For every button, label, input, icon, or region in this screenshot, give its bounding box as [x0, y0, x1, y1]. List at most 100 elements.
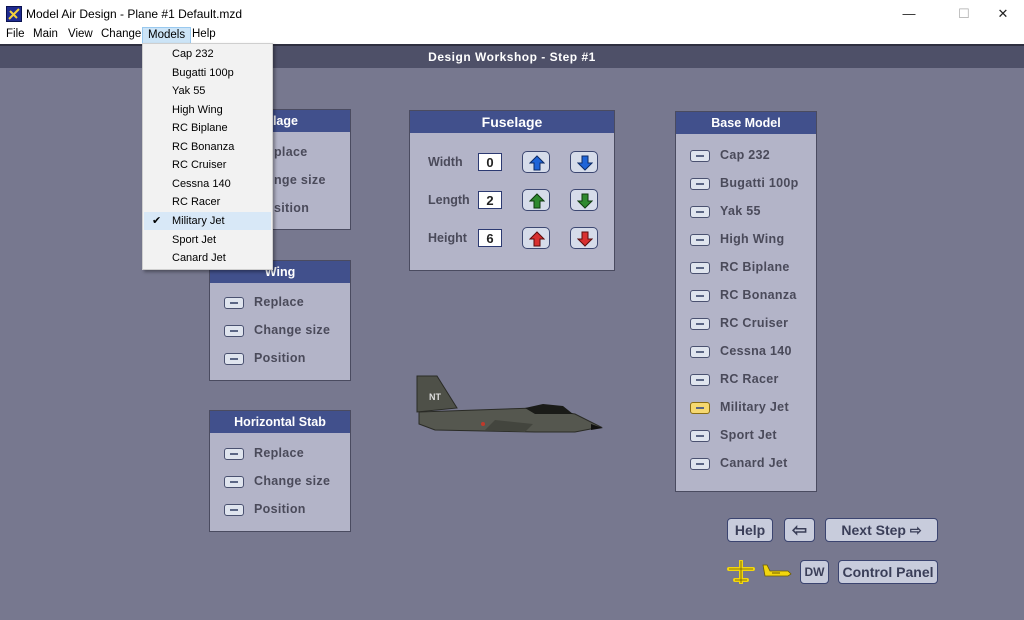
option-button-selected[interactable] [690, 402, 710, 414]
option-button[interactable] [690, 234, 710, 246]
menu-file[interactable]: File [1, 27, 30, 44]
option-label: Replace [254, 295, 305, 309]
option-button[interactable] [224, 504, 244, 516]
wing-panel: Wing Replace Change size Position [209, 260, 351, 381]
back-button[interactable]: ⇦ [784, 518, 815, 542]
menu-help[interactable]: Help [187, 27, 221, 44]
menu-models[interactable]: Models [142, 27, 192, 44]
option-label: Military Jet [720, 400, 789, 414]
plane-view-side-icon[interactable] [762, 562, 792, 580]
models-menu-item-sport-jet[interactable]: Sport Jet [144, 231, 271, 249]
length-decrease-button[interactable] [570, 189, 598, 211]
option-label: Cessna 140 [720, 344, 792, 358]
tail-marking: NT [429, 392, 441, 402]
option-label: Position [254, 502, 306, 516]
window-title: Model Air Design - Plane #1 Default.mzd [26, 7, 243, 21]
option-label: Bugatti 100p [720, 176, 799, 190]
option-button[interactable] [690, 430, 710, 442]
menu-change[interactable]: Change [96, 27, 146, 44]
app-icon [6, 6, 22, 22]
arrow-down-icon [577, 231, 593, 247]
option-label: place [274, 145, 308, 159]
option-label: RC Biplane [720, 260, 790, 274]
help-button[interactable]: Help [727, 518, 773, 542]
arrow-up-icon [529, 231, 545, 247]
models-menu-item-canard-jet[interactable]: Canard Jet [144, 249, 271, 267]
option-label: Canard Jet [720, 456, 788, 470]
menu-view[interactable]: View [63, 27, 98, 44]
minimize-button[interactable]: — [886, 0, 932, 27]
option-label: High Wing [720, 232, 785, 246]
panel-title: Horizontal Stab [210, 411, 350, 433]
arrow-down-icon [577, 155, 593, 171]
option-button[interactable] [690, 346, 710, 358]
option-button[interactable] [690, 206, 710, 218]
option-label: sition [274, 201, 310, 215]
models-menu-item-cap-232[interactable]: Cap 232 [144, 45, 271, 63]
option-button[interactable] [690, 178, 710, 190]
fuselage-dimensions-panel: Fuselage Width 0 Length 2 Height 6 [409, 110, 615, 271]
option-button[interactable] [224, 297, 244, 309]
models-menu-item-rc-cruiser[interactable]: RC Cruiser [144, 156, 271, 174]
arrow-down-icon [577, 193, 593, 209]
arrow-up-icon [529, 155, 545, 171]
option-button[interactable] [224, 476, 244, 488]
option-label: Change size [254, 474, 331, 488]
menu-main[interactable]: Main [28, 27, 63, 44]
models-menu-item-bugatti-100p[interactable]: Bugatti 100p [144, 64, 271, 82]
models-dropdown-menu: Cap 232 Bugatti 100p Yak 55 High Wing RC… [142, 43, 273, 270]
height-increase-button[interactable] [522, 227, 550, 249]
width-label: Width [428, 155, 463, 169]
check-icon: ✔ [152, 215, 162, 227]
models-menu-item-high-wing[interactable]: High Wing [144, 101, 271, 119]
panel-title: Fuselage [410, 111, 614, 133]
option-button[interactable] [690, 318, 710, 330]
length-value: 2 [478, 191, 502, 209]
option-label: RC Bonanza [720, 288, 797, 302]
arrow-up-icon [529, 193, 545, 209]
length-increase-button[interactable] [522, 189, 550, 211]
option-label: RC Cruiser [720, 316, 789, 330]
option-label: Yak 55 [720, 204, 761, 218]
option-button[interactable] [224, 353, 244, 365]
option-label: Cap 232 [720, 148, 771, 162]
option-label: Sport Jet [720, 428, 777, 442]
menu-item-label: Military Jet [172, 215, 225, 227]
option-button[interactable] [690, 458, 710, 470]
models-menu-item-rc-biplane[interactable]: RC Biplane [144, 119, 271, 137]
control-panel-button[interactable]: Control Panel [838, 560, 938, 584]
height-value: 6 [478, 229, 502, 247]
plane-preview: NT [415, 372, 605, 438]
width-value: 0 [478, 153, 502, 171]
height-label: Height [428, 231, 467, 245]
base-model-panel: Base Model Cap 232 Bugatti 100p Yak 55 H… [675, 111, 817, 492]
option-button[interactable] [690, 150, 710, 162]
models-menu-item-rc-bonanza[interactable]: RC Bonanza [144, 138, 271, 156]
length-label: Length [428, 193, 470, 207]
option-label: RC Racer [720, 372, 779, 386]
option-button[interactable] [690, 290, 710, 302]
plane-view-top-icon[interactable] [727, 559, 755, 585]
panel-title: Base Model [676, 112, 816, 134]
menu-bar: File Main View Change Models Help [0, 27, 1024, 44]
dw-button[interactable]: DW [800, 560, 829, 584]
height-decrease-button[interactable] [570, 227, 598, 249]
title-bar: Model Air Design - Plane #1 Default.mzd … [0, 0, 1024, 27]
width-increase-button[interactable] [522, 151, 550, 173]
option-label: Change size [254, 323, 331, 337]
option-button[interactable] [224, 325, 244, 337]
option-label: Replace [254, 446, 305, 460]
width-decrease-button[interactable] [570, 151, 598, 173]
models-menu-item-yak-55[interactable]: Yak 55 [144, 82, 271, 100]
horizontal-stab-panel: Horizontal Stab Replace Change size Posi… [209, 410, 351, 532]
models-menu-item-rc-racer[interactable]: RC Racer [144, 193, 271, 211]
models-menu-item-military-jet[interactable]: ✔ Military Jet [144, 212, 271, 230]
option-button[interactable] [224, 448, 244, 460]
option-button[interactable] [690, 262, 710, 274]
close-button[interactable]: ✕ [980, 0, 1024, 27]
military-jet-image: NT [416, 375, 603, 433]
models-menu-item-cessna-140[interactable]: Cessna 140 [144, 175, 271, 193]
option-label: nge size [274, 173, 326, 187]
next-step-button[interactable]: Next Step ⇨ [825, 518, 938, 542]
option-button[interactable] [690, 374, 710, 386]
